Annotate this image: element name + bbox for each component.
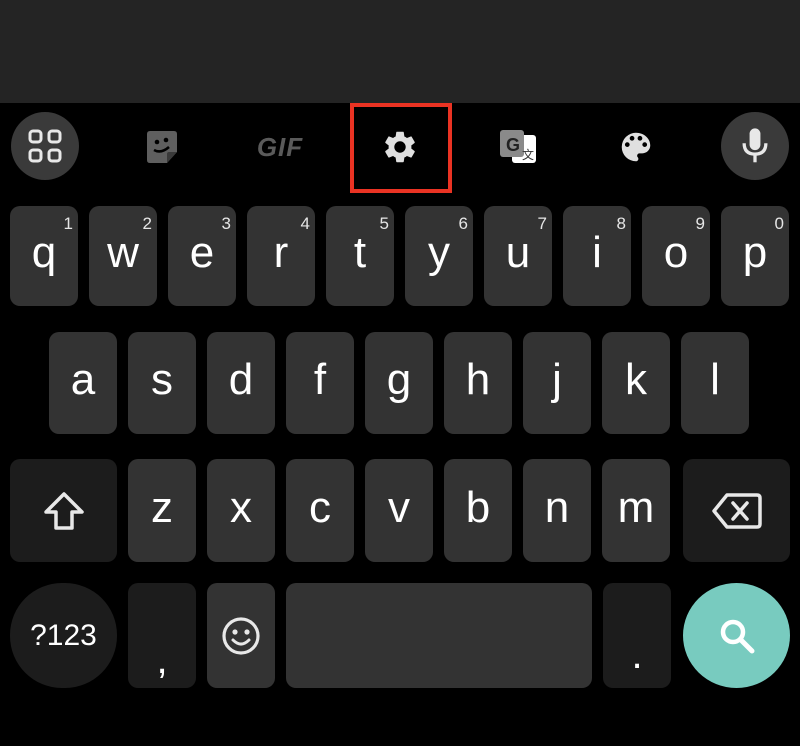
key-number-hint: 5 [379, 214, 389, 233]
key-o[interactable]: o9 [642, 206, 710, 306]
key-letter: i [592, 228, 602, 277]
settings-button[interactable] [368, 121, 432, 173]
symbols-label: ?123 [30, 618, 97, 652]
key-b[interactable]: b [444, 459, 512, 562]
gif-button[interactable]: GIF [248, 121, 312, 173]
key-q[interactable]: q1 [10, 206, 78, 306]
key-w[interactable]: w2 [89, 206, 157, 306]
key-letter: r [273, 228, 289, 277]
key-number-hint: 3 [221, 214, 231, 233]
palette-icon [621, 132, 651, 162]
text-field-area [0, 0, 800, 103]
key-letter: l [710, 355, 720, 404]
key-number-hint: 4 [300, 214, 310, 233]
svg-text:G: G [506, 135, 520, 155]
key-letter: u [505, 228, 531, 277]
key-k[interactable]: k [602, 332, 670, 434]
mic-icon [742, 128, 768, 163]
backspace-key[interactable] [683, 459, 790, 562]
key-letter: o [663, 228, 689, 277]
key-letter: j [552, 355, 562, 404]
key-d[interactable]: d [207, 332, 275, 434]
key-l[interactable]: l [681, 332, 749, 434]
key-m[interactable]: m [602, 459, 670, 562]
key-letter: t [353, 228, 367, 277]
key-s[interactable]: s [128, 332, 196, 434]
key-letter: n [544, 482, 570, 532]
translate-button[interactable]: G 文 [488, 121, 548, 173]
voice-input-button[interactable] [721, 112, 789, 180]
key-letter: g [386, 355, 412, 404]
key-letter: z [151, 482, 173, 532]
period-key[interactable]: . [603, 583, 671, 688]
key-letter: v [388, 482, 410, 532]
key-number-hint: 1 [63, 214, 73, 233]
key-c[interactable]: c [286, 459, 354, 562]
theme-button[interactable] [606, 121, 666, 173]
key-letter: d [228, 355, 254, 404]
key-letter: y [428, 228, 450, 277]
key-letter: c [309, 482, 331, 532]
svg-text:文: 文 [522, 147, 534, 162]
gif-label: GIF [256, 131, 304, 162]
comma-key[interactable]: , [128, 583, 196, 688]
key-f[interactable]: f [286, 332, 354, 434]
emoji-key[interactable] [207, 583, 275, 688]
translate-icon: G 文 [500, 130, 536, 163]
backspace-icon [711, 492, 762, 529]
space-bar[interactable] [286, 583, 592, 688]
key-n[interactable]: n [523, 459, 591, 562]
key-letter: h [465, 355, 491, 404]
key-h[interactable]: h [444, 332, 512, 434]
sticker-icon [147, 131, 177, 163]
key-i[interactable]: i8 [563, 206, 631, 306]
key-letter: q [31, 228, 57, 277]
symbols-key[interactable]: ?123 [10, 583, 117, 688]
key-number-hint: 8 [616, 214, 626, 233]
period-label: . [631, 633, 643, 677]
key-number-hint: 2 [142, 214, 152, 233]
key-y[interactable]: y6 [405, 206, 473, 306]
key-number-hint: 9 [695, 214, 705, 233]
key-letter: x [230, 482, 252, 532]
emoji-icon [222, 616, 260, 655]
key-a[interactable]: a [49, 332, 117, 434]
key-letter: f [313, 355, 327, 404]
apps-button[interactable] [11, 112, 79, 180]
key-number-hint: 6 [458, 214, 468, 233]
key-e[interactable]: e3 [168, 206, 236, 306]
key-letter: m [617, 482, 655, 532]
shift-key[interactable] [10, 459, 117, 562]
key-letter: k [625, 355, 647, 404]
key-r[interactable]: r4 [247, 206, 315, 306]
search-icon [720, 619, 754, 653]
comma-label: , [156, 638, 168, 682]
key-letter: s [151, 355, 173, 404]
key-letter: b [465, 482, 491, 532]
key-g[interactable]: g [365, 332, 433, 434]
key-letter: a [70, 355, 96, 404]
key-u[interactable]: u7 [484, 206, 552, 306]
key-p[interactable]: p0 [721, 206, 789, 306]
key-number-hint: 7 [537, 214, 547, 233]
key-z[interactable]: z [128, 459, 196, 562]
gear-icon [385, 131, 415, 163]
key-letter: p [742, 228, 768, 277]
key-j[interactable]: j [523, 332, 591, 434]
sticker-button[interactable] [132, 121, 192, 173]
key-v[interactable]: v [365, 459, 433, 562]
shift-icon [43, 491, 84, 530]
keyboard-toolbar: GIF G 文 [0, 103, 800, 193]
key-number-hint: 0 [774, 214, 784, 233]
grid-icon [28, 129, 62, 163]
key-t[interactable]: t5 [326, 206, 394, 306]
key-letter: w [107, 228, 139, 277]
search-key[interactable] [683, 583, 790, 688]
key-x[interactable]: x [207, 459, 275, 562]
key-letter: e [189, 228, 215, 277]
